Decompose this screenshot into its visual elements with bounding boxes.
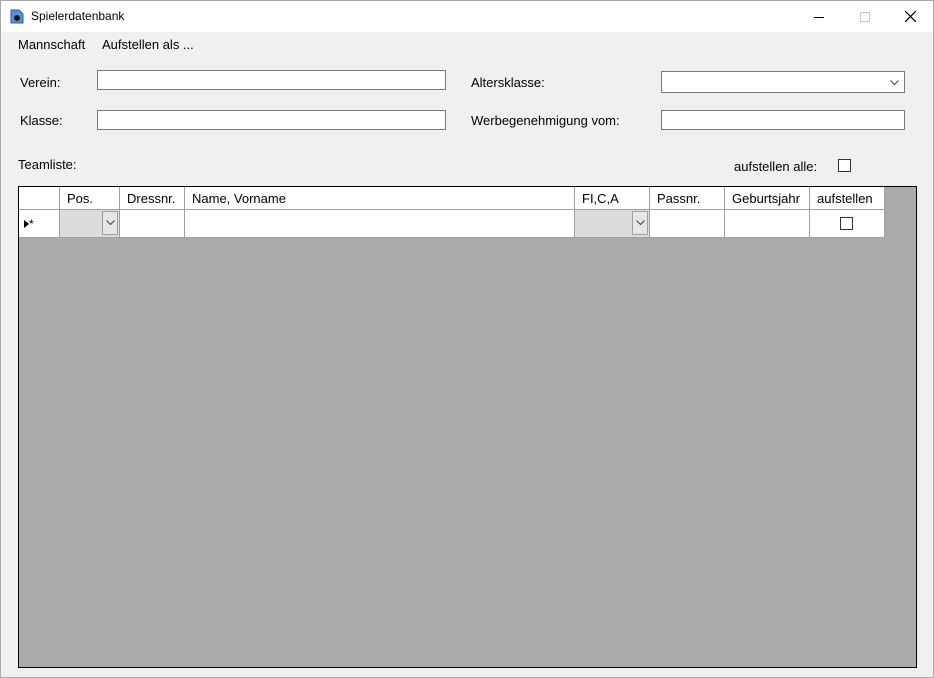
- cell-ficA[interactable]: [575, 210, 650, 238]
- klasse-field[interactable]: [97, 110, 446, 130]
- column-header-geburtsjahr[interactable]: Geburtsjahr: [725, 187, 810, 210]
- klasse-label: Klasse:: [20, 113, 63, 128]
- cell-geburtsjahr[interactable]: [725, 210, 810, 238]
- altersklasse-label: Altersklasse:: [471, 75, 545, 90]
- maximize-button[interactable]: [842, 1, 888, 32]
- cell-name[interactable]: [185, 210, 575, 238]
- ficA-dropdown-button[interactable]: [632, 211, 648, 235]
- close-icon: [904, 11, 916, 22]
- cell-passnr[interactable]: [650, 210, 725, 238]
- column-header-passnr[interactable]: Passnr.: [650, 187, 725, 210]
- column-header-name[interactable]: Name, Vorname: [185, 187, 575, 210]
- row-header-corner: [19, 187, 60, 210]
- cell-aufstellen: [810, 210, 885, 238]
- aufstellen-alle-label: aufstellen alle:: [734, 159, 818, 174]
- menu-aufstellen-als[interactable]: Aufstellen als ...: [102, 37, 194, 52]
- altersklasse-select[interactable]: [661, 71, 905, 93]
- minimize-icon: [814, 16, 824, 18]
- column-header-ficA[interactable]: FI,C,A: [575, 187, 650, 210]
- column-header-aufstellen[interactable]: aufstellen: [810, 187, 885, 210]
- teamliste-label: Teamliste:: [18, 157, 77, 172]
- chevron-down-icon: [105, 220, 115, 226]
- new-row-marker: *: [29, 217, 34, 231]
- column-header-pos[interactable]: Pos.: [60, 187, 120, 210]
- main-window: Spielerdatenbank Mannschaft Aufstellen a…: [0, 0, 934, 678]
- column-header-dressnr[interactable]: Dressnr.: [120, 187, 185, 210]
- chevron-down-icon: [890, 80, 899, 86]
- aufstellen-alle-checkbox[interactable]: [838, 159, 851, 172]
- title-bar: Spielerdatenbank: [1, 1, 933, 32]
- menu-mannschaft[interactable]: Mannschaft: [18, 37, 85, 52]
- verein-label: Verein:: [20, 75, 61, 90]
- cell-pos[interactable]: [60, 210, 120, 238]
- aufstellen-checkbox[interactable]: [840, 217, 853, 230]
- maximize-icon: [860, 11, 870, 22]
- verein-field[interactable]: [97, 70, 446, 90]
- minimize-button[interactable]: [796, 1, 842, 32]
- row-header-new[interactable]: *: [19, 210, 60, 238]
- werbegenehmigung-field[interactable]: [661, 110, 905, 130]
- menu-bar: Mannschaft Aufstellen als ...: [1, 32, 933, 56]
- chevron-down-icon: [635, 220, 645, 226]
- team-grid[interactable]: Pos. Dressnr. Name, Vorname FI,C,A Passn…: [18, 186, 917, 668]
- pos-dropdown-button[interactable]: [102, 211, 118, 235]
- cell-dressnr[interactable]: [120, 210, 185, 238]
- close-button[interactable]: [887, 1, 933, 32]
- werbegenehmigung-label: Werbegenehmigung vom:: [471, 113, 620, 128]
- window-title: Spielerdatenbank: [31, 9, 125, 23]
- app-icon: [10, 9, 24, 24]
